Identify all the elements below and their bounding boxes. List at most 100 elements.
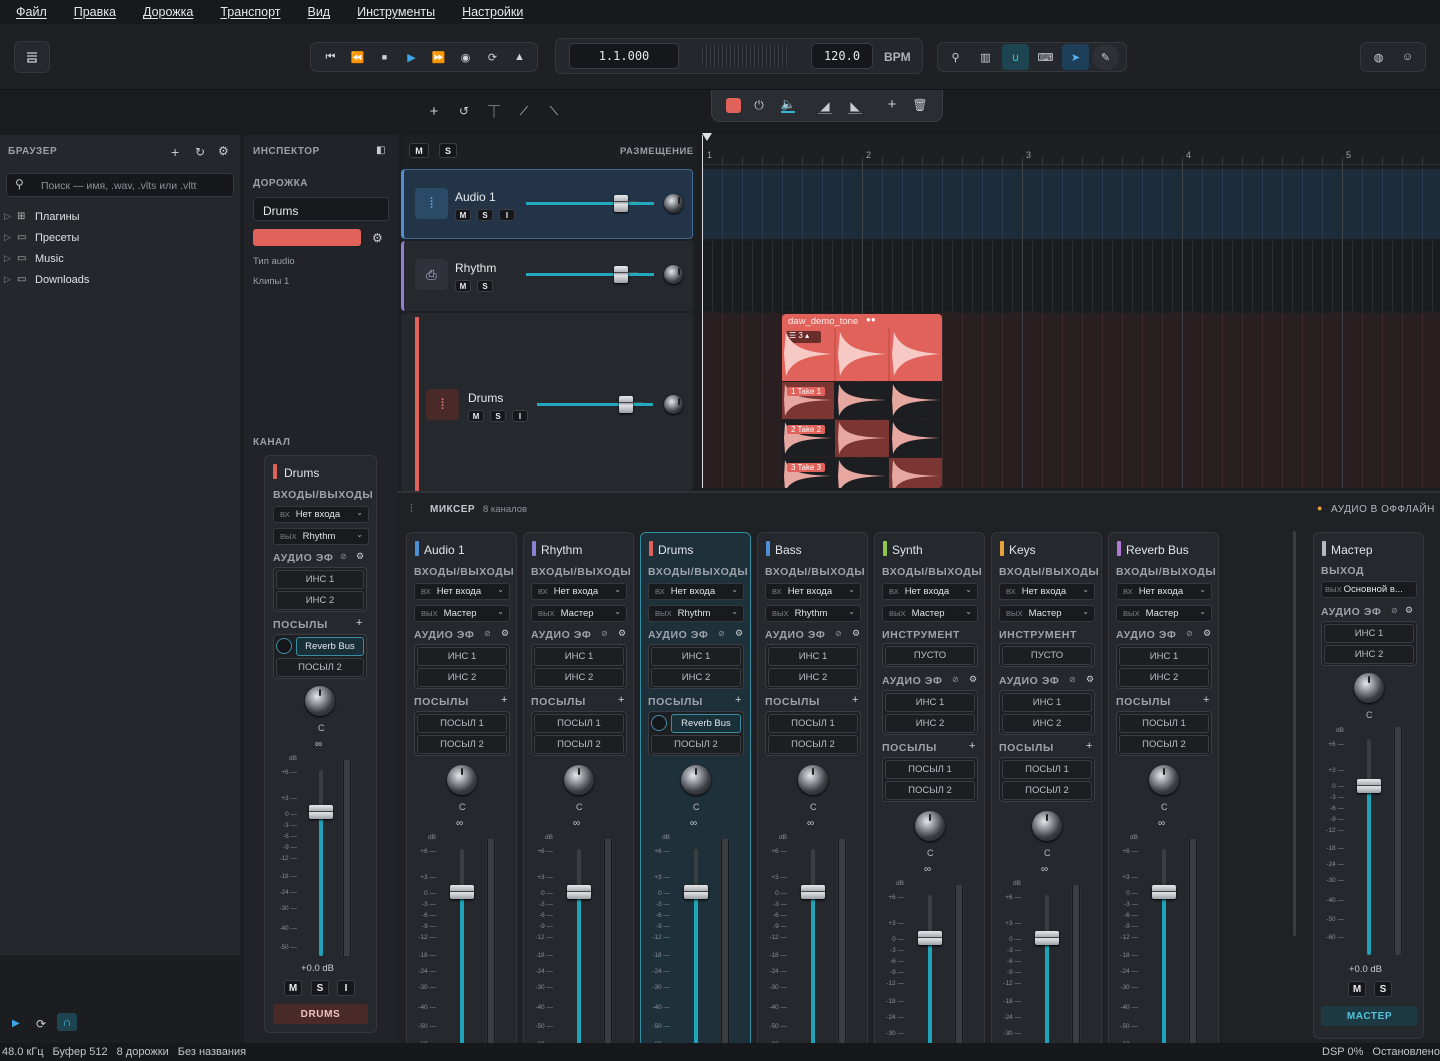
- bypass-icon[interactable]: ⊘: [601, 629, 608, 638]
- pan-knob[interactable]: [681, 765, 711, 795]
- solo-button[interactable]: S: [1374, 981, 1392, 997]
- link-icon[interactable]: ∞: [1158, 818, 1165, 829]
- tree-item-downloads[interactable]: ▷ ▭ Downloads: [4, 269, 89, 290]
- gear-icon[interactable]: ⚙: [735, 628, 743, 639]
- send-slot[interactable]: ПОСЫЛ 1: [768, 714, 858, 733]
- browser-refresh-button[interactable]: ↻: [195, 145, 205, 159]
- global-solo-button[interactable]: S: [439, 143, 457, 158]
- send-slot[interactable]: ПОСЫЛ 1: [417, 714, 507, 733]
- send-slot[interactable]: ПОСЫЛ 1: [1002, 760, 1092, 779]
- volume-fader[interactable]: [918, 931, 942, 945]
- more-icon[interactable]: ●●: [866, 315, 876, 324]
- tree-item-plugins[interactable]: ▷ ⊞ Плагины: [4, 206, 89, 227]
- preview-play-button[interactable]: ▶: [12, 1018, 20, 1029]
- track-color-picker[interactable]: [253, 229, 361, 246]
- mixer-strip-audio-1[interactable]: Audio 1 ВХОДЫ/ВЫХОДЫ ВХ Нет входа ⌄ ВЫХ Мастер…: [406, 532, 517, 1053]
- instrument-slot[interactable]: ПУСТО: [885, 646, 975, 665]
- stop-button[interactable]: ■: [371, 44, 398, 70]
- volume-fader[interactable]: [684, 885, 708, 899]
- track-solo-button[interactable]: S: [490, 410, 506, 422]
- menu-view[interactable]: Вид: [307, 5, 330, 19]
- fx-slot[interactable]: ИНС 1: [768, 647, 858, 666]
- output-select[interactable]: ВЫХ Мастер ⌄: [414, 605, 510, 622]
- pan-knob[interactable]: [915, 811, 945, 841]
- mixer-scrollbar[interactable]: [1293, 531, 1296, 936]
- pan-knob[interactable]: [798, 765, 828, 795]
- output-select[interactable]: ВЫХ Мастер ⌄: [999, 605, 1095, 622]
- bypass-icon[interactable]: ⊘: [1186, 629, 1193, 638]
- track-volume-handle[interactable]: [614, 195, 638, 212]
- track-header-audio1[interactable]: ⦙ Audio 1 M S I: [401, 169, 693, 239]
- track-mute-button[interactable]: M: [468, 410, 484, 422]
- fade-in-button[interactable]: ⟋: [516, 103, 532, 119]
- input-monitor-button[interactable]: ⚲: [942, 44, 969, 70]
- volume-fader[interactable]: [567, 885, 591, 899]
- library-button[interactable]: [14, 41, 50, 73]
- send-slot[interactable]: ПОСЫЛ 2: [885, 781, 975, 800]
- track-volume-slider[interactable]: [537, 403, 653, 406]
- output-select[interactable]: ВЫХ Мастер ⌄: [531, 605, 627, 622]
- output-select[interactable]: ВЫХ Rhythm ⌄: [273, 528, 369, 545]
- send-slot[interactable]: ПОСЫЛ 2: [1002, 781, 1092, 800]
- fx-slot[interactable]: ИНС 1: [1119, 647, 1209, 666]
- track-settings-button[interactable]: ⚙: [372, 231, 383, 245]
- output-select[interactable]: ВЫХ Rhythm ⌄: [765, 605, 861, 622]
- input-select[interactable]: ВХ Нет входа ⌄: [999, 583, 1095, 600]
- mixer-strip-synth[interactable]: Synth ВХОДЫ/ВЫХОДЫ ВХ Нет входа ⌄ ВЫХ Мастер ⌄ И…: [874, 532, 985, 1053]
- add-clip-button[interactable]: +: [885, 96, 899, 113]
- track-monitor-button[interactable]: I: [512, 410, 528, 422]
- pan-knob[interactable]: [305, 686, 335, 716]
- tree-item-presets[interactable]: ▷ ▭ Пресеты: [4, 227, 89, 248]
- input-select[interactable]: ВХ Нет входа ⌄: [1116, 583, 1212, 600]
- menu-edit[interactable]: Правка: [74, 5, 116, 19]
- track-pan-knob[interactable]: [664, 194, 683, 213]
- bypass-icon[interactable]: ⊘: [1069, 675, 1076, 684]
- track-volume-slider[interactable]: [526, 202, 654, 205]
- output-select[interactable]: ВЫХ Основной в...: [1321, 581, 1417, 598]
- fx-slot[interactable]: ИНС 1: [417, 647, 507, 666]
- add-send-button[interactable]: +: [852, 694, 858, 706]
- gear-icon[interactable]: ⚙: [969, 674, 977, 685]
- link-icon[interactable]: ∞: [573, 818, 580, 829]
- audio-clip[interactable]: daw_demo_tone ●● ☰ 3 ▴ 1 Take 1 2 Take 2…: [782, 314, 942, 488]
- gear-icon[interactable]: ⚙: [356, 551, 364, 562]
- play-button[interactable]: ▶: [398, 44, 425, 70]
- solo-button[interactable]: S: [311, 980, 329, 996]
- take-lane-1[interactable]: 1 Take 1: [782, 382, 942, 419]
- send-slot[interactable]: ПОСЫЛ 2: [417, 735, 507, 754]
- master-footer-label[interactable]: МАСТЕР: [1321, 1006, 1418, 1026]
- volume-fader[interactable]: [1357, 779, 1381, 793]
- fx-slot[interactable]: ИНС 2: [1324, 645, 1414, 664]
- track-monitor-button[interactable]: I: [499, 209, 515, 221]
- input-select[interactable]: ВХ Нет входа ⌄: [648, 583, 744, 600]
- add-send-button[interactable]: +: [1203, 694, 1209, 706]
- pointer-tool-button[interactable]: ➤: [1062, 44, 1089, 70]
- track-header-drums[interactable]: ⦙ Drums M S I: [401, 313, 693, 491]
- tree-item-music[interactable]: ▷ ▭ Music: [4, 248, 89, 269]
- mixer-strip-drums[interactable]: Drums ВХОДЫ/ВЫХОДЫ ВХ Нет входа ⌄ ВЫХ Rhythm ⌄ А…: [640, 532, 751, 1053]
- browser-search-field[interactable]: ⚲ Поиск — имя, .wav, .vlts или .vltt: [6, 173, 234, 197]
- record-button[interactable]: ◉: [452, 44, 479, 70]
- lane-rhythm[interactable]: [702, 241, 1440, 311]
- output-select[interactable]: ВЫХ Мастер ⌄: [1116, 605, 1212, 622]
- power-button[interactable]: ⏻: [752, 98, 766, 112]
- track-mute-button[interactable]: M: [455, 280, 471, 292]
- mute-button[interactable]: M: [1348, 981, 1366, 997]
- add-send-button[interactable]: +: [501, 694, 507, 706]
- send-slot[interactable]: Reverb Bus: [671, 714, 741, 733]
- send-level-knob[interactable]: [276, 638, 292, 654]
- delete-button[interactable]: 🗑: [912, 98, 927, 112]
- input-monitor-button[interactable]: I: [337, 980, 355, 996]
- send-slot[interactable]: ПОСЫЛ 2: [534, 735, 624, 754]
- volume-fader[interactable]: [1152, 885, 1176, 899]
- gear-icon[interactable]: ⚙: [1405, 605, 1413, 616]
- send-slot[interactable]: ПОСЫЛ 2: [651, 735, 741, 754]
- link-icon[interactable]: ∞: [1041, 864, 1048, 875]
- pan-knob[interactable]: [1032, 811, 1062, 841]
- mixer-resize-handle[interactable]: [397, 491, 1440, 493]
- clip-main-take[interactable]: daw_demo_tone ●● ☰ 3 ▴: [782, 314, 942, 381]
- add-send-button[interactable]: +: [735, 694, 741, 706]
- chat-button[interactable]: ☺: [1394, 44, 1421, 70]
- metronome-button[interactable]: ▲: [506, 44, 533, 70]
- add-send-button[interactable]: +: [1086, 740, 1092, 752]
